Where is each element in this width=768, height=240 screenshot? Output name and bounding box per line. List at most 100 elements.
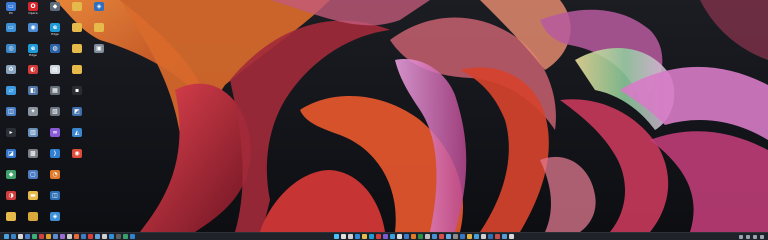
system-tray xyxy=(739,233,764,240)
desktop-icon[interactable]: ◑ xyxy=(0,189,22,210)
desktop-icon[interactable]: ∞ xyxy=(44,126,66,147)
monitor-icon: ▭ xyxy=(6,23,16,32)
app-icon[interactable] xyxy=(467,234,472,239)
desktop-icon[interactable]: ◩ xyxy=(66,105,88,126)
app-icon[interactable] xyxy=(432,234,437,239)
search-icon[interactable] xyxy=(341,234,346,239)
desktop-icon[interactable]: ✦ xyxy=(22,105,44,126)
notification-icon[interactable] xyxy=(760,234,764,239)
app-icon[interactable] xyxy=(418,234,423,239)
desktop-icon[interactable]: ◪ xyxy=(0,147,22,168)
desktop-icon[interactable]: ◫ xyxy=(44,189,66,210)
app-icon[interactable] xyxy=(488,234,493,239)
app-icon[interactable] xyxy=(509,234,514,239)
app-icon: ◑ xyxy=(6,191,16,200)
desktop-icon[interactable]: e Edge xyxy=(44,21,66,42)
app-icon[interactable] xyxy=(81,234,86,239)
desktop-icon[interactable]: ◉ xyxy=(22,21,44,42)
desktop-icon[interactable]: e Edge xyxy=(22,42,44,63)
desktop-icon[interactable] xyxy=(66,21,88,42)
app-icon[interactable] xyxy=(460,234,465,239)
folder-icon xyxy=(6,212,16,221)
desktop-icon[interactable]: ◉ xyxy=(66,147,88,168)
desktop-icon[interactable] xyxy=(22,210,44,231)
battery-icon[interactable] xyxy=(753,234,757,239)
desktop-icon[interactable]: ◆ xyxy=(44,0,66,21)
app-icon[interactable] xyxy=(39,234,44,239)
desktop-icon[interactable]: ▣ xyxy=(88,42,110,63)
app-icon[interactable] xyxy=(130,234,135,239)
app-icon[interactable] xyxy=(474,234,479,239)
desktop-icon[interactable]: ◔ xyxy=(44,168,66,189)
desktop-icon[interactable]: ▤ xyxy=(44,63,66,84)
desktop-icon[interactable]: ▪ xyxy=(66,84,88,105)
app-icon[interactable] xyxy=(404,234,409,239)
app-icon[interactable] xyxy=(495,234,500,239)
task-view-icon[interactable] xyxy=(348,234,353,239)
desktop-icon[interactable]: ◈ xyxy=(44,210,66,231)
desktop-icon[interactable]: ♻ xyxy=(0,63,22,84)
app-icon[interactable] xyxy=(109,234,114,239)
desktop-icon[interactable] xyxy=(66,42,88,63)
app-icon[interactable] xyxy=(32,234,37,239)
app-icon[interactable] xyxy=(53,234,58,239)
desktop-icon[interactable]: ▧ xyxy=(44,105,66,126)
volume-icon[interactable] xyxy=(746,234,750,239)
desktop-icon[interactable]: ▭ PC xyxy=(0,0,22,21)
app-icon[interactable] xyxy=(67,234,72,239)
desktop-icon[interactable]: ▦ xyxy=(44,84,66,105)
app-icon[interactable] xyxy=(502,234,507,239)
desktop-icon[interactable]: ▩ xyxy=(22,147,44,168)
desktop-icon[interactable]: ◐ xyxy=(22,63,44,84)
desktop-icon[interactable]: ◆ xyxy=(0,168,22,189)
desktop-icon[interactable]: ◎ xyxy=(0,42,22,63)
desktop-icon[interactable]: ◭ xyxy=(66,126,88,147)
desktop-icon[interactable]: ▬ xyxy=(22,189,44,210)
desktop-icon[interactable]: ▥ xyxy=(22,126,44,147)
app-icon[interactable] xyxy=(376,234,381,239)
start-icon[interactable] xyxy=(334,234,339,239)
app-icon[interactable] xyxy=(95,234,100,239)
desktop-icon[interactable]: ▢ xyxy=(22,168,44,189)
desktop-icon-grid: ▭ PC O Opera ◆ ◈ ▭ ◉ e Edge ◎ e Edge ◍ ▣ ♻ ◐ ▤ ▱ ◧ ▦ ▪ ◫ ✦ ▧ ◩ ▸ ▥ ∞… xyxy=(0,0,110,230)
app-icon[interactable] xyxy=(18,234,23,239)
network-icon[interactable] xyxy=(739,234,743,239)
desktop-icon[interactable] xyxy=(66,0,88,21)
app-icon[interactable] xyxy=(46,234,51,239)
app-icon[interactable] xyxy=(74,234,79,239)
app-icon[interactable] xyxy=(362,234,367,239)
desktop-icon[interactable]: ◧ xyxy=(22,84,44,105)
app-icon[interactable] xyxy=(116,234,121,239)
app-icon[interactable] xyxy=(397,234,402,239)
app-icon[interactable] xyxy=(355,234,360,239)
app-icon[interactable] xyxy=(439,234,444,239)
app-icon[interactable] xyxy=(11,234,16,239)
desktop-icon[interactable]: ⟩ xyxy=(44,147,66,168)
desktop-icon[interactable] xyxy=(66,63,88,84)
desktop-icon[interactable]: ◫ xyxy=(0,105,22,126)
desktop-icon[interactable] xyxy=(88,21,110,42)
app-icon[interactable] xyxy=(60,234,65,239)
app-icon[interactable] xyxy=(453,234,458,239)
desktop-icon[interactable]: ▸ xyxy=(0,126,22,147)
widgets-icon[interactable] xyxy=(4,234,9,239)
desktop-icon[interactable]: ◈ xyxy=(88,0,110,21)
app-icon[interactable] xyxy=(446,234,451,239)
app-icon[interactable] xyxy=(369,234,374,239)
desktop-icon[interactable]: ◍ xyxy=(44,42,66,63)
app-icon[interactable] xyxy=(383,234,388,239)
app-icon[interactable] xyxy=(481,234,486,239)
app-icon[interactable] xyxy=(425,234,430,239)
desktop-icon[interactable] xyxy=(0,210,22,231)
app-icon[interactable] xyxy=(25,234,30,239)
desktop-icon[interactable]: ▱ xyxy=(0,84,22,105)
app-icon[interactable] xyxy=(390,234,395,239)
app-icon[interactable] xyxy=(411,234,416,239)
app-icon[interactable] xyxy=(88,234,93,239)
folder-icon xyxy=(72,2,82,11)
app-icon[interactable] xyxy=(123,234,128,239)
empty-slot xyxy=(66,189,88,210)
desktop-icon[interactable]: O Opera xyxy=(22,0,44,21)
desktop-icon[interactable]: ▭ xyxy=(0,21,22,42)
app-icon[interactable] xyxy=(102,234,107,239)
